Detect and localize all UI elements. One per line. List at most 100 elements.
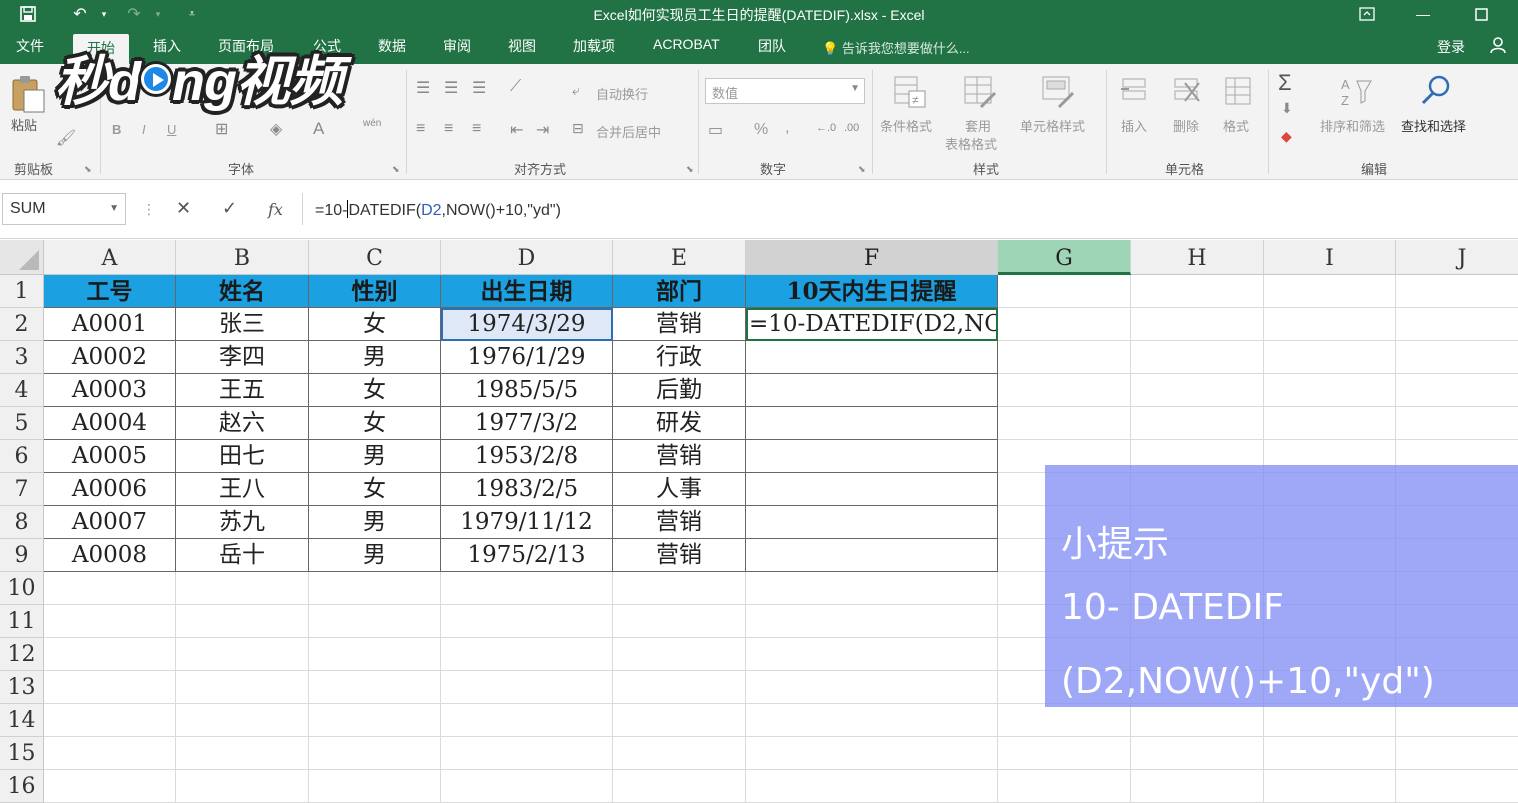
formula-bar-grip-icon[interactable]: ⋮ bbox=[142, 201, 156, 218]
number-launcher-icon[interactable]: ⬊ bbox=[858, 164, 866, 175]
cell-c15[interactable] bbox=[309, 737, 441, 770]
cell-f4[interactable] bbox=[746, 374, 998, 407]
cell-f13[interactable] bbox=[746, 671, 998, 704]
ribbon-display-icon[interactable] bbox=[1352, 3, 1382, 25]
name-box[interactable]: SUM ▼ bbox=[2, 193, 126, 225]
tab-file[interactable]: 文件 bbox=[16, 36, 44, 56]
format-as-table-line1[interactable]: 套用 bbox=[965, 116, 991, 135]
cell-e10[interactable] bbox=[613, 572, 746, 605]
cell-c16[interactable] bbox=[309, 770, 441, 803]
fill-icon[interactable]: ⬇ bbox=[1281, 100, 1293, 117]
font-launcher-icon[interactable]: ⬊ bbox=[392, 164, 400, 175]
cell-e1[interactable]: 部门 bbox=[613, 275, 746, 308]
cell-j15[interactable] bbox=[1396, 737, 1518, 770]
cell-b11[interactable] bbox=[176, 605, 309, 638]
cell-f3[interactable] bbox=[746, 341, 998, 374]
row-header-16[interactable]: 16 bbox=[0, 770, 44, 803]
column-header-a[interactable]: A bbox=[44, 240, 176, 275]
cell-i3[interactable] bbox=[1264, 341, 1396, 374]
cell-e14[interactable] bbox=[613, 704, 746, 737]
cell-i14[interactable] bbox=[1264, 704, 1396, 737]
row-header-11[interactable]: 11 bbox=[0, 605, 44, 638]
align-middle-icon[interactable]: ☰ bbox=[444, 78, 458, 98]
cell-g1[interactable] bbox=[998, 275, 1131, 308]
cell-c13[interactable] bbox=[309, 671, 441, 704]
alignment-launcher-icon[interactable]: ⬊ bbox=[686, 164, 694, 175]
cell-c10[interactable] bbox=[309, 572, 441, 605]
italic-button[interactable]: I bbox=[142, 122, 146, 137]
cell-i4[interactable] bbox=[1264, 374, 1396, 407]
cell-d6[interactable]: 1953/2/8 bbox=[441, 440, 613, 473]
cell-a5[interactable]: A0004 bbox=[44, 407, 176, 440]
select-all-button[interactable] bbox=[0, 240, 44, 275]
format-as-table-line2[interactable]: 表格格式 bbox=[945, 134, 997, 153]
cell-f1[interactable]: 10天内生日提醒 bbox=[746, 275, 998, 308]
column-header-f[interactable]: F bbox=[746, 240, 998, 275]
tab-data[interactable]: 数据 bbox=[378, 36, 406, 56]
cell-d16[interactable] bbox=[441, 770, 613, 803]
cell-d14[interactable] bbox=[441, 704, 613, 737]
cell-c5[interactable]: 女 bbox=[309, 407, 441, 440]
cell-h4[interactable] bbox=[1131, 374, 1264, 407]
cell-e3[interactable]: 行政 bbox=[613, 341, 746, 374]
cell-a6[interactable]: A0005 bbox=[44, 440, 176, 473]
cell-d9[interactable]: 1975/2/13 bbox=[441, 539, 613, 572]
cell-g15[interactable] bbox=[998, 737, 1131, 770]
accounting-format-icon[interactable]: ▭ bbox=[708, 120, 723, 140]
row-header-12[interactable]: 12 bbox=[0, 638, 44, 671]
row-header-6[interactable]: 6 bbox=[0, 440, 44, 473]
column-header-i[interactable]: I bbox=[1264, 240, 1396, 275]
clipboard-launcher-icon[interactable]: ⬊ bbox=[84, 164, 92, 175]
cell-a4[interactable]: A0003 bbox=[44, 374, 176, 407]
tab-review[interactable]: 审阅 bbox=[443, 36, 471, 56]
conditional-format-button[interactable]: 条件格式 bbox=[880, 116, 932, 135]
format-painter-icon[interactable]: 🖌 bbox=[56, 130, 76, 147]
cell-e11[interactable] bbox=[613, 605, 746, 638]
cell-e13[interactable] bbox=[613, 671, 746, 704]
cell-j5[interactable] bbox=[1396, 407, 1518, 440]
row-header-4[interactable]: 4 bbox=[0, 374, 44, 407]
cell-a16[interactable] bbox=[44, 770, 176, 803]
cell-h15[interactable] bbox=[1131, 737, 1264, 770]
cell-f16[interactable] bbox=[746, 770, 998, 803]
row-header-5[interactable]: 5 bbox=[0, 407, 44, 440]
border-icon[interactable]: ⊞ bbox=[215, 119, 228, 139]
enter-icon[interactable]: ✓ bbox=[222, 198, 237, 219]
cell-c14[interactable] bbox=[309, 704, 441, 737]
cell-f5[interactable] bbox=[746, 407, 998, 440]
cell-b4[interactable]: 王五 bbox=[176, 374, 309, 407]
paste-label[interactable]: 粘贴 bbox=[11, 115, 37, 134]
cell-j4[interactable] bbox=[1396, 374, 1518, 407]
cell-b1[interactable]: 姓名 bbox=[176, 275, 309, 308]
tab-acrobat[interactable]: ACROBAT bbox=[653, 36, 720, 52]
merge-center-button[interactable]: 合并后居中 bbox=[596, 122, 661, 141]
tab-team[interactable]: 团队 bbox=[758, 36, 786, 56]
underline-button[interactable]: U bbox=[167, 122, 176, 137]
cell-f2[interactable]: =10-DATEDIF(D2,NOW bbox=[746, 308, 998, 341]
clear-icon[interactable]: ◆ bbox=[1281, 128, 1292, 145]
tab-addins[interactable]: 加载项 bbox=[573, 36, 615, 56]
cell-i5[interactable] bbox=[1264, 407, 1396, 440]
cell-g3[interactable] bbox=[998, 341, 1131, 374]
cell-g14[interactable] bbox=[998, 704, 1131, 737]
cell-h3[interactable] bbox=[1131, 341, 1264, 374]
cell-d3[interactable]: 1976/1/29 bbox=[441, 341, 613, 374]
cell-d1[interactable]: 出生日期 bbox=[441, 275, 613, 308]
tab-view[interactable]: 视图 bbox=[508, 36, 536, 56]
cell-e8[interactable]: 营销 bbox=[613, 506, 746, 539]
cell-a8[interactable]: A0007 bbox=[44, 506, 176, 539]
bold-button[interactable]: B bbox=[112, 122, 121, 137]
column-header-c[interactable]: C bbox=[309, 240, 441, 275]
cell-e6[interactable]: 营销 bbox=[613, 440, 746, 473]
row-header-13[interactable]: 13 bbox=[0, 671, 44, 704]
cell-g5[interactable] bbox=[998, 407, 1131, 440]
cell-h14[interactable] bbox=[1131, 704, 1264, 737]
decrease-indent-icon[interactable]: ⇤ bbox=[510, 120, 523, 140]
cell-c7[interactable]: 女 bbox=[309, 473, 441, 506]
cell-e15[interactable] bbox=[613, 737, 746, 770]
cell-h5[interactable] bbox=[1131, 407, 1264, 440]
column-header-h[interactable]: H bbox=[1131, 240, 1264, 275]
align-center-icon[interactable]: ≡ bbox=[444, 120, 453, 138]
cell-a15[interactable] bbox=[44, 737, 176, 770]
cell-b7[interactable]: 王八 bbox=[176, 473, 309, 506]
